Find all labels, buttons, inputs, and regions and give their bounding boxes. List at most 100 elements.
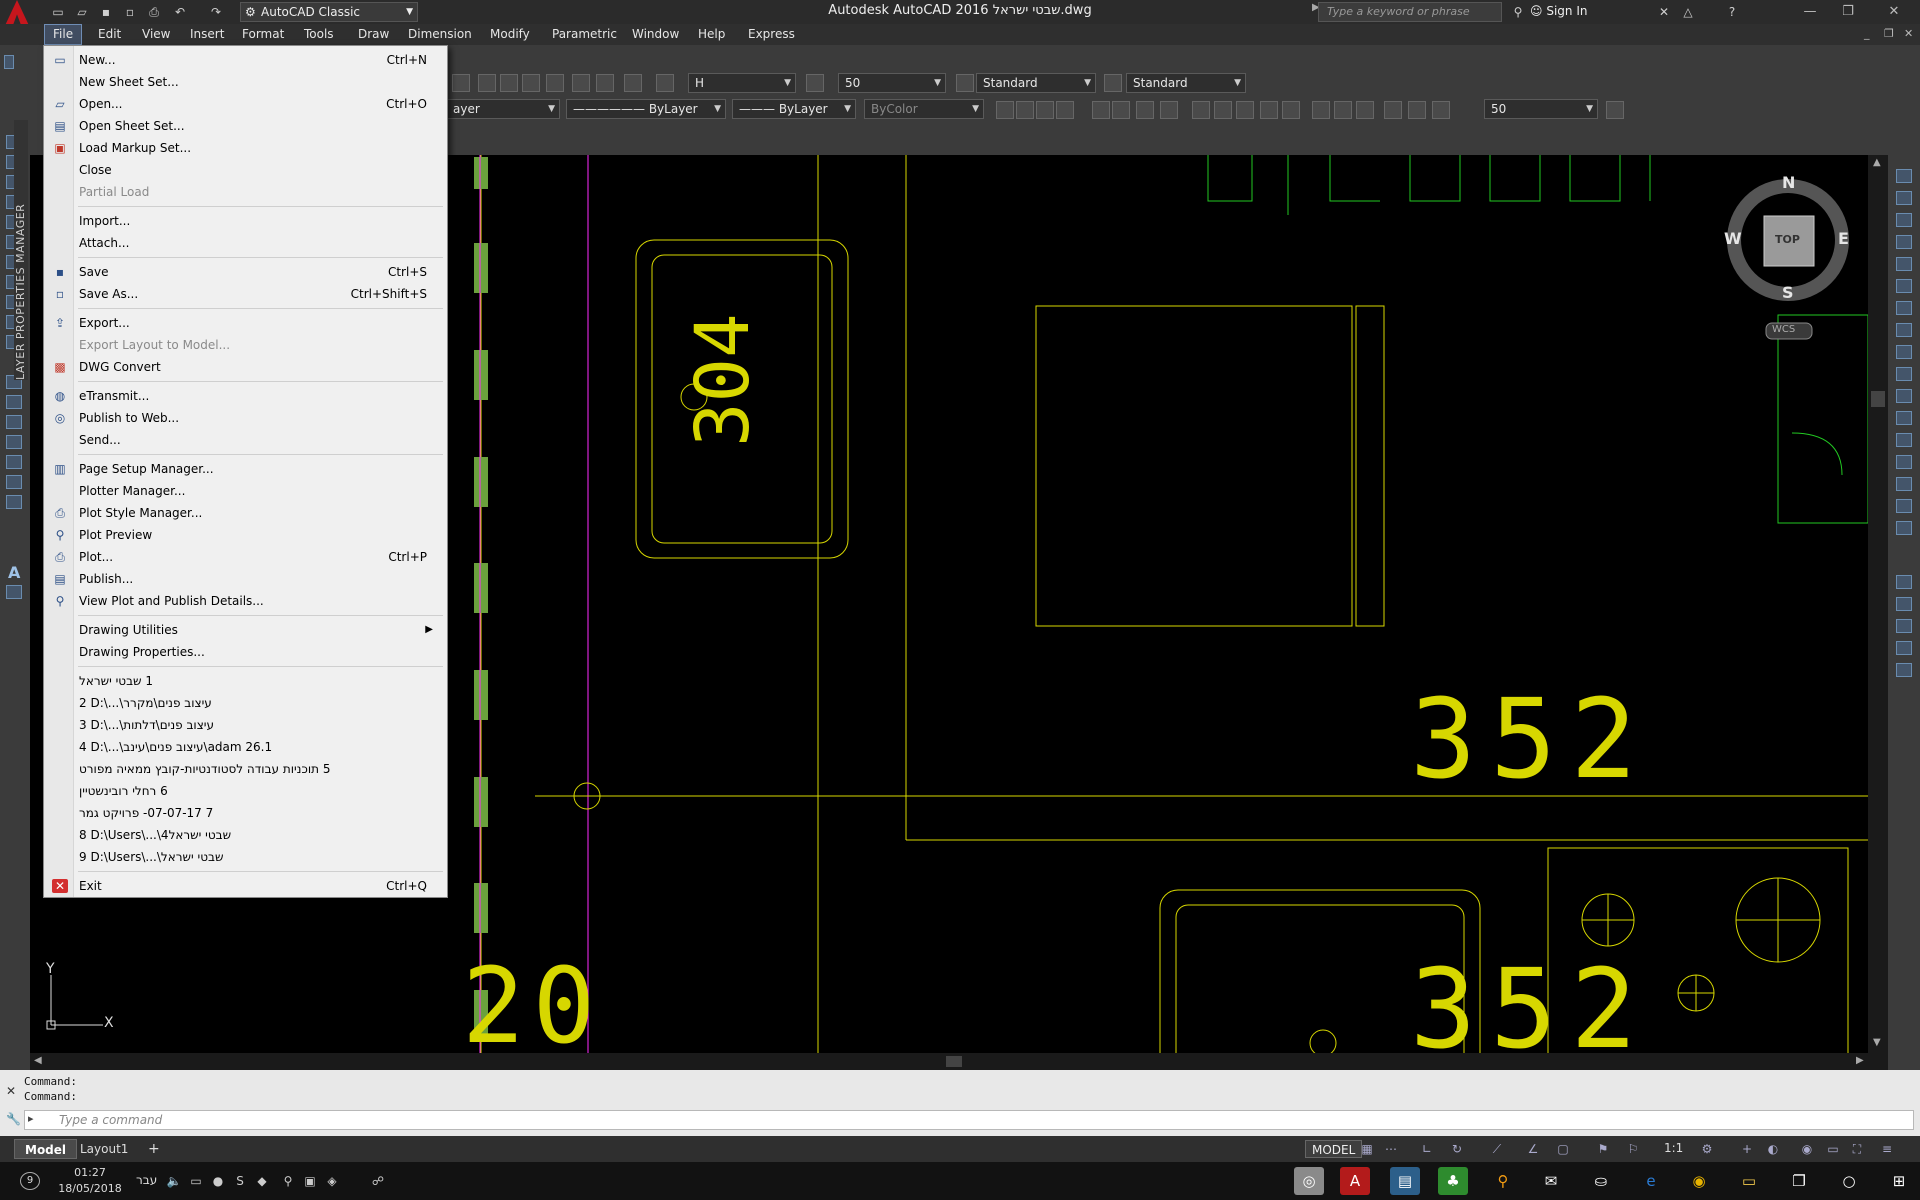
menu-tools[interactable]: Tools <box>296 24 342 45</box>
menu-dimension[interactable]: Dimension <box>400 24 480 45</box>
menu-draw[interactable]: Draw <box>350 24 397 45</box>
grid-icon[interactable]: ▦ <box>1360 1142 1374 1156</box>
menu-item-exit[interactable]: ✕ Exit Ctrl+Q <box>46 875 445 897</box>
recent-file-item[interactable]: 8 D:\Users\...\שבטי ישראל4 <box>46 824 445 846</box>
solitaire-icon[interactable]: ♣ <box>1438 1167 1468 1195</box>
workspace-select[interactable]: ⚙ AutoCAD Classic ▼ <box>240 2 418 22</box>
save-as-icon[interactable]: ▫ <box>122 4 138 20</box>
menu-item-open[interactable]: ▱ Open... Ctrl+O <box>46 93 445 115</box>
chevron-right-icon[interactable]: ▶ <box>1856 1055 1864 1066</box>
menu-item-plot-details[interactable]: ⚲ View Plot and Publish Details... <box>46 590 445 612</box>
close-icon[interactable]: ✕ <box>1876 2 1912 22</box>
menu-file[interactable]: File <box>44 24 83 45</box>
toolbar-icon[interactable] <box>546 74 564 92</box>
dimension-text-edit-icon[interactable] <box>1408 101 1426 119</box>
quick-dimension-icon[interactable] <box>1192 101 1210 119</box>
viewcube-north[interactable]: N <box>1782 173 1795 192</box>
join-icon[interactable] <box>1896 433 1912 447</box>
menu-item-dwg-convert[interactable]: ▩ DWG Convert <box>46 356 445 378</box>
search-icon[interactable]: ⚲ <box>1488 1167 1518 1195</box>
people-icon[interactable]: ☍ <box>370 1173 386 1189</box>
tray-app-icon[interactable]: ◆ <box>254 1173 270 1189</box>
input-language[interactable]: עבר <box>136 1173 157 1187</box>
text-style-select[interactable]: H ▼ <box>688 73 796 93</box>
viewcube-top[interactable]: TOP <box>1775 233 1800 246</box>
notification-badge[interactable]: 9 <box>20 1172 40 1190</box>
file-explorer-icon[interactable]: ▭ <box>1734 1167 1764 1195</box>
isodraft-icon[interactable]: ⟋ <box>1490 1142 1504 1156</box>
multiline-text-icon[interactable]: A <box>8 563 20 582</box>
menu-item-plot[interactable]: ⎙ Plot... Ctrl+P <box>46 546 445 568</box>
command-prompt-icon[interactable]: ▸ <box>28 1112 34 1125</box>
tray-app-icon[interactable]: ▣ <box>302 1173 318 1189</box>
new-file-icon[interactable]: ▭ <box>50 4 66 20</box>
doc-close-icon[interactable]: ✕ <box>1904 27 1913 40</box>
bring-above-icon[interactable] <box>1896 641 1912 655</box>
autocad-taskbar-icon[interactable]: A <box>1340 1167 1370 1195</box>
plot-icon[interactable]: ⎙ <box>146 4 162 20</box>
menu-parametric[interactable]: Parametric <box>544 24 625 45</box>
menu-modify[interactable]: Modify <box>482 24 538 45</box>
dimension-edit-icon[interactable] <box>1384 101 1402 119</box>
dimension-baseline-icon[interactable] <box>1214 101 1232 119</box>
menu-window[interactable]: Window <box>624 24 687 45</box>
multileader-style-icon[interactable] <box>1104 74 1122 92</box>
wrench-icon[interactable]: 🔧 <box>6 1112 21 1126</box>
doc-restore-icon[interactable]: ❐ <box>1884 27 1894 40</box>
move-icon[interactable] <box>1896 279 1912 293</box>
inspection-icon[interactable] <box>1356 101 1374 119</box>
toolbar-icon[interactable] <box>452 74 470 92</box>
isolate-icon[interactable]: ◐ <box>1766 1142 1780 1156</box>
osnap-tracking-icon[interactable]: ∠ <box>1526 1142 1540 1156</box>
send-under-icon[interactable] <box>1896 663 1912 677</box>
help-icon[interactable] <box>624 74 642 92</box>
dim-scale-select[interactable]: 50 ▼ <box>838 73 946 93</box>
palette-close-icon[interactable] <box>4 55 14 69</box>
menu-item-plot-style-manager[interactable]: ⎙ Plot Style Manager... <box>46 502 445 524</box>
menu-item-publish[interactable]: ▤ Publish... <box>46 568 445 590</box>
recent-file-item[interactable]: 7 07-07-17- פרויקט גמר <box>46 802 445 824</box>
recent-file-item[interactable]: 5 תוכניות עבודה לסטודנטיות-קובץ ממאיה מפ… <box>46 758 445 780</box>
dim-style-select[interactable]: Standard ▼ <box>976 73 1096 93</box>
text-style-icon[interactable] <box>656 74 674 92</box>
layer-properties-manager-label[interactable]: LAYER PROPERTIES MANAGER <box>14 120 28 380</box>
fullscreen-icon[interactable]: ⛶ <box>1850 1142 1864 1156</box>
scale-icon[interactable] <box>1896 323 1912 337</box>
sign-in-button[interactable]: ☺ Sign In <box>1530 4 1587 18</box>
clean-screen-icon[interactable]: ▭ <box>1826 1142 1840 1156</box>
viewcube-west[interactable]: W <box>1724 229 1742 248</box>
vertical-scrollbar[interactable]: ▲ ▼ <box>1868 155 1888 1053</box>
gradient-icon[interactable] <box>6 455 22 469</box>
dimension-break-icon[interactable] <box>1282 101 1300 119</box>
dim-style-icon[interactable] <box>806 74 824 92</box>
polar-icon[interactable]: ↻ <box>1450 1142 1464 1156</box>
color-select[interactable]: ByColor ▼ <box>864 99 984 119</box>
exchange-icon[interactable]: ✕ <box>1656 4 1672 20</box>
toolbar-icon[interactable] <box>478 74 496 92</box>
tray-app-icon[interactable]: ● <box>210 1173 226 1189</box>
menu-item-close[interactable]: Close <box>46 159 445 181</box>
doc-minimize-icon[interactable]: _ <box>1864 27 1870 40</box>
hatch-icon[interactable] <box>6 435 22 449</box>
tab-layout1[interactable]: Layout1 <box>70 1139 138 1159</box>
dimension-update-icon[interactable] <box>1432 101 1450 119</box>
menu-help[interactable]: Help <box>690 24 733 45</box>
point-icon[interactable] <box>6 415 22 429</box>
chevron-left-icon[interactable]: ◀ <box>34 1055 42 1066</box>
tray-app-icon[interactable]: ◈ <box>324 1173 340 1189</box>
offset-icon[interactable] <box>1896 235 1912 249</box>
recent-file-item[interactable]: 6 רחלי רובינשטיין <box>46 780 445 802</box>
dimension-linear-icon[interactable] <box>996 101 1014 119</box>
copy-icon[interactable] <box>1896 191 1912 205</box>
menu-item-open-sheet-set[interactable]: ▤ Open Sheet Set... <box>46 115 445 137</box>
tolerance-icon[interactable] <box>1312 101 1330 119</box>
viewcube-east[interactable]: E <box>1838 229 1849 248</box>
dim-scale-select-2[interactable]: 50 ▼ <box>1484 99 1598 119</box>
snap-icon[interactable]: ⋯ <box>1384 1142 1398 1156</box>
dimension-jogged-icon[interactable] <box>1112 101 1130 119</box>
menu-insert[interactable]: Insert <box>182 24 232 45</box>
chrome-icon[interactable]: ◉ <box>1684 1167 1714 1195</box>
dimension-ordinate-icon[interactable] <box>1056 101 1074 119</box>
menu-item-export[interactable]: ⇪ Export... <box>46 312 445 334</box>
recent-file-item[interactable]: 3 D:\...\עיצוב פנים\דלתות <box>46 714 445 736</box>
